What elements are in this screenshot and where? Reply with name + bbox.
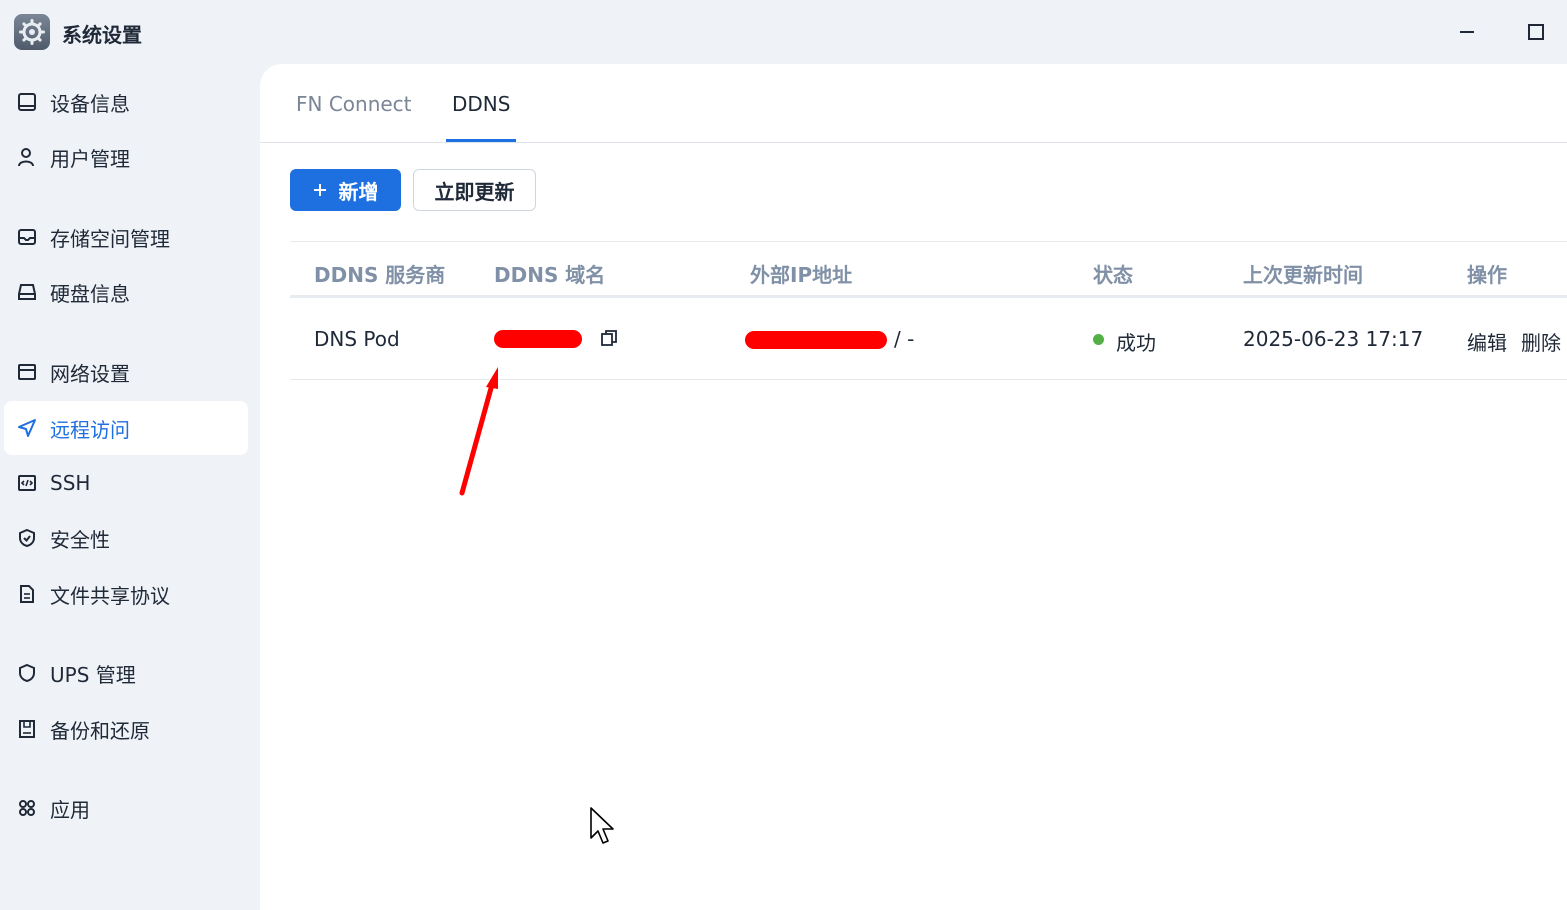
maximize-button[interactable]	[1520, 16, 1552, 48]
column-header-updated: 上次更新时间	[1243, 263, 1363, 287]
device-icon	[16, 91, 38, 113]
updated-time: 2025-06-23 17:17	[1243, 327, 1424, 351]
network-icon	[16, 361, 38, 383]
status-text: 成功	[1116, 331, 1156, 355]
ip-suffix: / -	[894, 327, 915, 351]
sidebar-item-label: 安全性	[50, 527, 110, 552]
code-icon	[16, 472, 38, 494]
tab-ddns[interactable]: DDNS	[452, 92, 510, 116]
redacted-ip	[745, 331, 887, 349]
send-icon	[16, 417, 38, 439]
sidebar-item-ups[interactable]: UPS 管理	[4, 646, 248, 700]
sidebar-item-label: 文件共享协议	[50, 583, 170, 608]
provider-cell: DNS Pod	[314, 327, 400, 351]
sidebar-item-backup[interactable]: 备份和还原	[4, 702, 248, 756]
sidebar-item-network[interactable]: 网络设置	[4, 345, 248, 399]
update-now-button[interactable]: 立即更新	[413, 169, 536, 211]
column-header-actions: 操作	[1467, 263, 1507, 287]
sidebar-item-label: 远程访问	[50, 417, 130, 442]
sidebar-item-remote-access[interactable]: 远程访问	[4, 401, 248, 455]
sidebar-item-label: 存储空间管理	[50, 226, 170, 251]
window-title: 系统设置	[62, 23, 142, 47]
sidebar-item-label: 设备信息	[50, 91, 130, 116]
status-success-dot	[1093, 334, 1104, 345]
sidebar-item-label: 硬盘信息	[50, 281, 130, 306]
delete-link[interactable]: 删除	[1521, 327, 1561, 356]
maximize-icon	[1528, 24, 1544, 40]
add-button-label: 新增	[338, 179, 379, 204]
document-icon	[16, 583, 38, 605]
column-header-provider: DDNS 服务商	[314, 263, 446, 287]
copy-domain-button[interactable]	[600, 329, 618, 351]
sidebar-item-disk[interactable]: 硬盘信息	[4, 265, 248, 319]
column-header-domain: DDNS 域名	[494, 263, 606, 287]
disk-icon	[16, 281, 38, 303]
tab-fn-connect[interactable]: FN Connect	[296, 92, 412, 116]
storage-icon	[16, 226, 38, 248]
sidebar-item-label: SSH	[50, 471, 91, 495]
tab-bar: FN Connect DDNS	[260, 64, 1567, 143]
sidebar-item-security[interactable]: 安全性	[4, 511, 248, 565]
shield-icon	[16, 662, 38, 684]
plus-icon	[313, 184, 326, 196]
mouse-cursor-icon	[590, 807, 614, 844]
sidebar-item-label: 网络设置	[50, 361, 130, 386]
minimize-icon	[1460, 31, 1474, 33]
gear-icon	[14, 14, 50, 50]
sidebar-item-file-sharing[interactable]: 文件共享协议	[4, 567, 248, 621]
column-header-status: 状态	[1093, 263, 1133, 287]
user-icon	[16, 146, 38, 168]
minimize-button[interactable]	[1451, 16, 1483, 48]
sidebar-item-ssh[interactable]: SSH	[4, 456, 248, 510]
sidebar-item-label: UPS 管理	[50, 662, 136, 687]
apps-icon	[16, 797, 38, 819]
backup-icon	[16, 718, 38, 740]
title-bar: 系统设置	[0, 0, 1567, 64]
sidebar-item-label: 应用	[50, 797, 90, 822]
edit-link[interactable]: 编辑	[1467, 327, 1507, 356]
annotation-arrow-icon	[459, 367, 498, 496]
sidebar: 设备信息 用户管理 存储空间管理 硬盘信息 网络设置 远程访问 SSH 安全性 …	[0, 64, 260, 910]
add-button[interactable]: 新增	[290, 169, 401, 211]
active-tab-indicator	[446, 139, 516, 142]
shield-check-icon	[16, 527, 38, 549]
table-header: DDNS 服务商 DDNS 域名 外部IP地址 状态 上次更新时间 操作	[290, 241, 1567, 298]
redacted-domain	[494, 330, 582, 348]
sidebar-item-label: 备份和还原	[50, 718, 150, 743]
sidebar-item-device-info[interactable]: 设备信息	[4, 75, 248, 129]
column-header-ip: 外部IP地址	[750, 263, 853, 287]
sidebar-item-label: 用户管理	[50, 146, 130, 171]
sidebar-item-apps[interactable]: 应用	[4, 781, 248, 835]
copy-icon	[601, 330, 617, 346]
sidebar-item-users[interactable]: 用户管理	[4, 130, 248, 184]
sidebar-item-storage[interactable]: 存储空间管理	[4, 210, 248, 264]
